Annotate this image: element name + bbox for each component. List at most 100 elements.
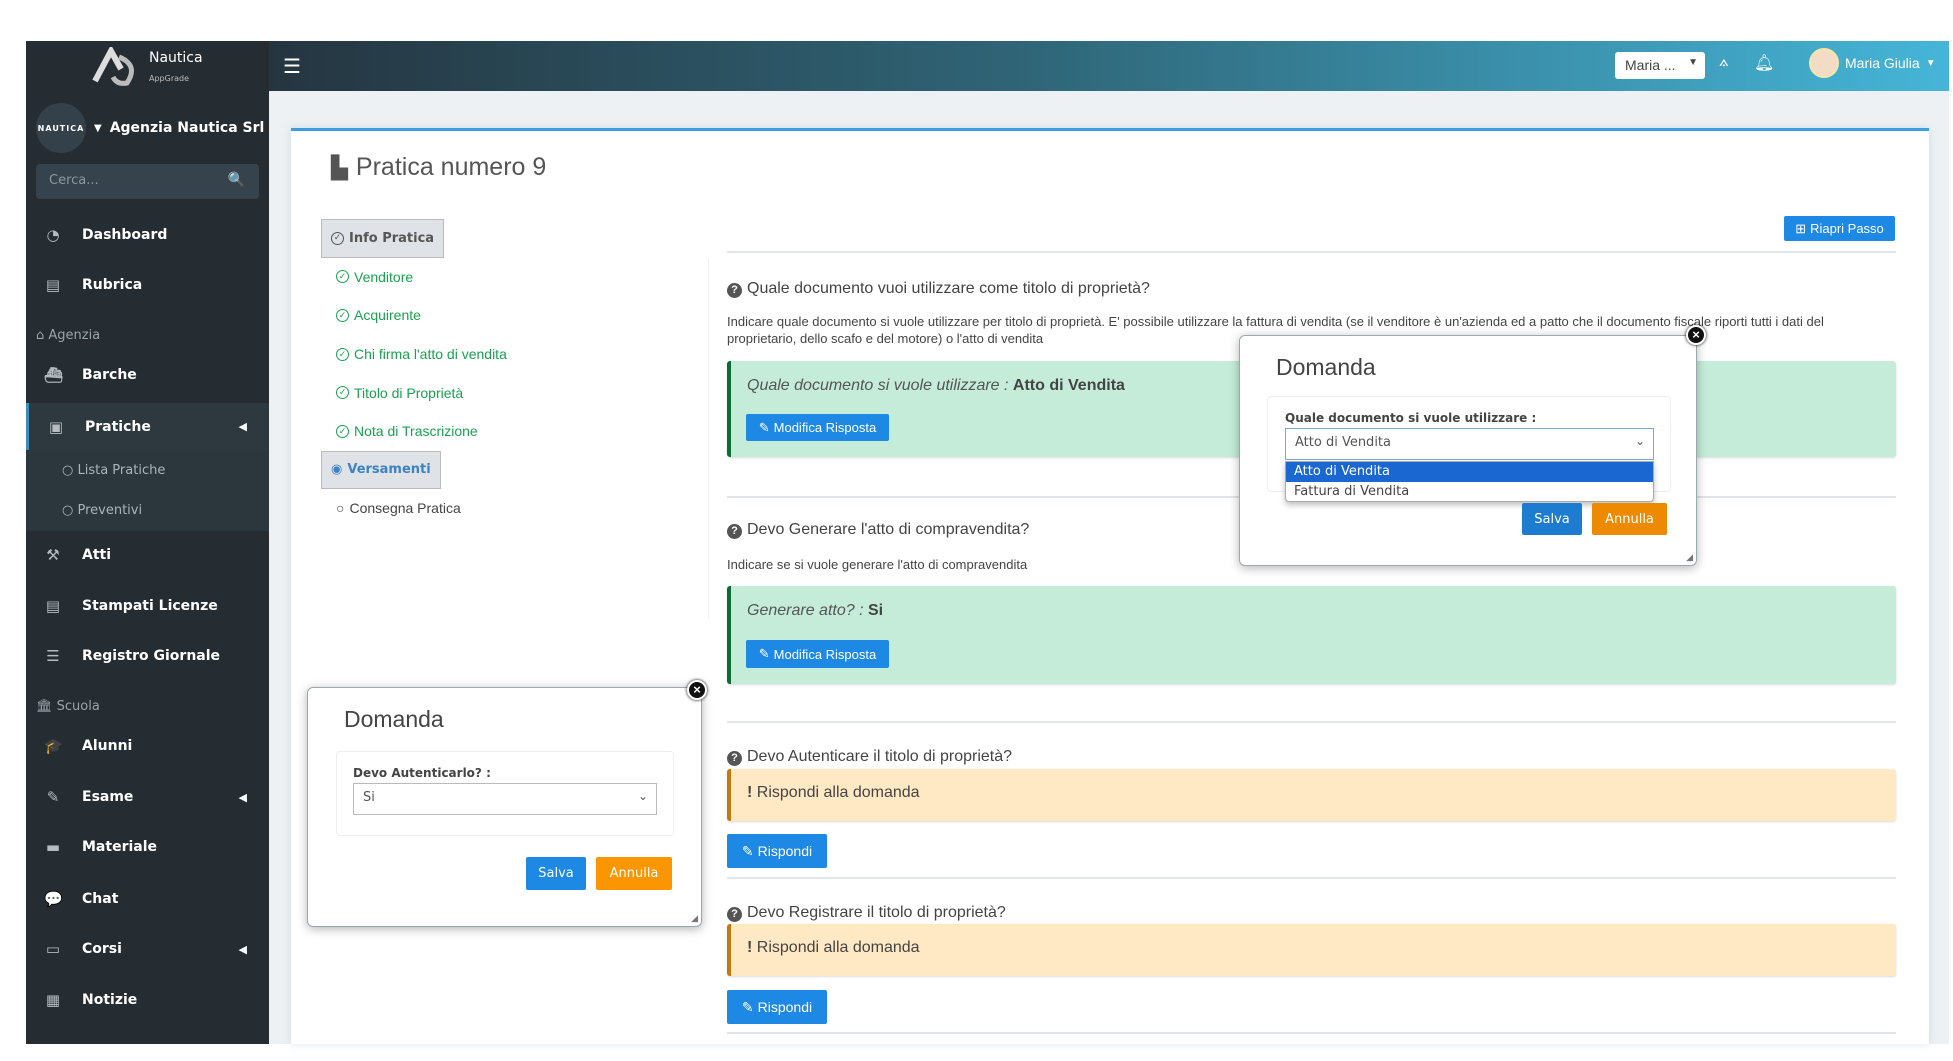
riapri-passo-button[interactable]: ⊞ Riapri Passo <box>1784 216 1895 241</box>
chalkboard-icon: ▭ <box>45 940 61 958</box>
sidebar-item-atti[interactable]: ⚒ Atti <box>26 533 269 577</box>
pencil-icon: ✎ <box>741 842 754 859</box>
sidebar-item-alunni[interactable]: 🎓 Alunni <box>26 724 269 768</box>
sidebar-item-registro-giornale[interactable]: ☰ Registro Giornale <box>26 634 269 678</box>
divider <box>727 251 1896 253</box>
check-circle-icon: ✓ <box>336 347 349 361</box>
sidebar-item-stampati-licenze[interactable]: ▤ Stampati Licenze <box>26 584 269 628</box>
user-name: Maria Giulia <box>1845 55 1920 71</box>
resize-handle-icon[interactable]: ◢ <box>1686 552 1693 563</box>
step-item[interactable]: ◉ Versamenti <box>321 450 441 490</box>
page-title: ▙ Pratica numero 9 <box>331 153 547 181</box>
store-icon: ⌂ <box>36 328 45 343</box>
divider <box>727 721 1896 723</box>
sidebar-item-rubrica[interactable]: ▤ Rubrica <box>26 263 269 307</box>
sidebar: Nautica AppGrade NAUTICA ▼ Agenzia Nautic… <box>26 41 269 1044</box>
dashboard-icon: ◔ <box>46 226 60 244</box>
option-atto-di-vendita[interactable]: Atto di Vendita <box>1286 462 1653 482</box>
question-circle-icon: ? <box>727 907 742 922</box>
step-label: Versamenti <box>347 462 431 478</box>
signature-icon: ✎ <box>46 788 60 806</box>
field-label: Devo Autenticarlo? : <box>353 766 491 780</box>
step-item[interactable]: ○ Consegna Pratica <box>321 489 709 528</box>
rispondi-button[interactable]: ✎ Rispondi <box>727 834 827 868</box>
sidebar-subitem-lista-pratiche[interactable]: ○ Lista Pratiche <box>26 463 269 478</box>
divider <box>708 259 709 619</box>
step-item[interactable]: ✓ Nota di Trascrizione <box>321 412 709 451</box>
document-icon: ▤ <box>45 597 61 615</box>
chevron-left-icon: ◀ <box>238 420 247 433</box>
rispondi-button[interactable]: ✎ Rispondi <box>727 990 827 1024</box>
caret-down-icon: ▼ <box>94 122 102 134</box>
salva-button[interactable]: Salva <box>526 857 586 890</box>
university-icon: 🏛 <box>36 699 53 714</box>
step-label: Nota di Trascrizione <box>354 423 478 440</box>
domanda-dialog-documento: Domanda Quale documento si vuole utilizz… <box>1239 335 1697 566</box>
search-icon[interactable]: 🔍 <box>228 172 245 188</box>
check-circle-icon: ✓ <box>336 308 349 322</box>
pencil-icon: ✎ <box>741 998 754 1015</box>
sidebar-item-label: Materiale <box>82 839 158 855</box>
circle-icon: ○ <box>336 500 345 517</box>
sidebar-item-corsi[interactable]: ▭ Corsi ◀ <box>26 927 269 971</box>
step-label: Chi firma l'atto di vendita <box>354 346 507 363</box>
divider <box>727 1032 1896 1034</box>
graduate-icon: 🎓 <box>44 737 63 755</box>
pencil-icon: ✎ <box>758 646 770 661</box>
sidebar-item-esame[interactable]: ✎ Esame ◀ <box>26 775 269 819</box>
step-label: Consegna Pratica <box>349 500 461 517</box>
close-icon[interactable]: × <box>687 680 707 700</box>
bell-icon[interactable]: 🔔︎ <box>1754 53 1774 73</box>
exclamation-icon: ! <box>747 939 753 956</box>
user-menu[interactable]: Maria Giulia ▼ <box>1809 48 1936 78</box>
autenticare-select[interactable]: Si ⌄ <box>353 783 657 815</box>
resize-handle-icon[interactable]: ◢ <box>691 913 698 924</box>
search-placeholder: Cerca... <box>49 173 99 188</box>
domanda-dialog-autenticare: Domanda Devo Autenticarlo? : Si ⌄ Salva A… <box>307 687 702 927</box>
agency-name: Agenzia Nautica Srl <box>109 120 265 136</box>
agency-avatar: NAUTICA <box>36 103 86 153</box>
plus-square-icon: ⊞ <box>1795 220 1807 236</box>
agency-switcher[interactable]: NAUTICA ▼ Agenzia Nautica Srl <box>36 103 264 153</box>
sidebar-search-input[interactable]: Cerca... 🔍 <box>36 164 259 199</box>
modifica-risposta-button[interactable]: ✎ Modifica Risposta <box>746 414 889 441</box>
step-item[interactable]: ✓ Venditore <box>321 258 709 297</box>
option-fattura-di-vendita[interactable]: Fattura di Vendita <box>1286 482 1653 502</box>
step-item[interactable]: ✓ Info Pratica <box>321 219 445 258</box>
question-title: ? Devo Autenticare il titolo di proprietà… <box>727 748 1012 766</box>
step-item[interactable]: ✓ Chi firma l'atto di vendita <box>321 335 709 374</box>
step-item[interactable]: ✓ Acquirente <box>321 296 709 335</box>
sidebar-item-dashboard[interactable]: ◔ Dashboard <box>26 213 269 257</box>
caret-down-icon: ▼ <box>1925 57 1936 69</box>
ship-icon: ⛴ <box>44 366 64 384</box>
documento-select[interactable]: Atto di Vendita ⌄ <box>1285 428 1654 460</box>
sidebar-item-barche[interactable]: ⛴ Barche <box>26 353 269 397</box>
sidebar-subitem-preventivi[interactable]: ○ Preventivi <box>26 503 269 518</box>
top-navbar: ☰ Maria ... ▼ ⟑ 🔔︎ Maria Giulia ▼ <box>269 41 1949 91</box>
annulla-button[interactable]: Annulla <box>596 857 672 890</box>
circle-icon: ○ <box>62 503 74 518</box>
close-icon[interactable]: × <box>1686 325 1706 345</box>
sidebar-item-notizie[interactable]: ▦ Notizie <box>26 978 269 1022</box>
sidebar-item-chat[interactable]: 💬 Chat <box>26 877 269 921</box>
salva-button[interactable]: Salva <box>1522 503 1582 535</box>
check-circle-icon: ✓ <box>331 231 344 245</box>
comments-icon: 💬 <box>44 890 63 908</box>
dot-circle-icon: ◉ <box>331 462 343 478</box>
modifica-risposta-button[interactable]: ✎ Modifica Risposta <box>746 640 889 668</box>
answer-box: Generare atto? : Si ✎ Modifica Risposta <box>727 586 1896 684</box>
sidebar-item-label: Pratiche <box>85 418 151 435</box>
brand-logo[interactable]: Nautica AppGrade <box>91 47 203 87</box>
sidebar-item-label: Barche <box>82 367 137 383</box>
compass-icon[interactable]: ⟑ <box>1719 53 1729 71</box>
user-select[interactable]: Maria ... ▼ <box>1615 52 1705 79</box>
sidebar-item-materiale[interactable]: ▬ Materiale <box>26 825 269 869</box>
folder-icon: ▬ <box>45 838 61 856</box>
step-item[interactable]: ✓ Titolo di Proprietà <box>321 373 709 412</box>
dialog-title: Domanda <box>344 706 444 732</box>
warning-box: ! Rispondi alla domanda <box>727 769 1896 821</box>
annulla-button[interactable]: Annulla <box>1592 503 1667 535</box>
sidebar-item-label: Stampati Licenze <box>82 598 218 614</box>
hamburger-menu-icon[interactable]: ☰ <box>283 54 301 79</box>
sidebar-item-pratiche[interactable]: ▣ Pratiche ◀ <box>26 403 269 450</box>
